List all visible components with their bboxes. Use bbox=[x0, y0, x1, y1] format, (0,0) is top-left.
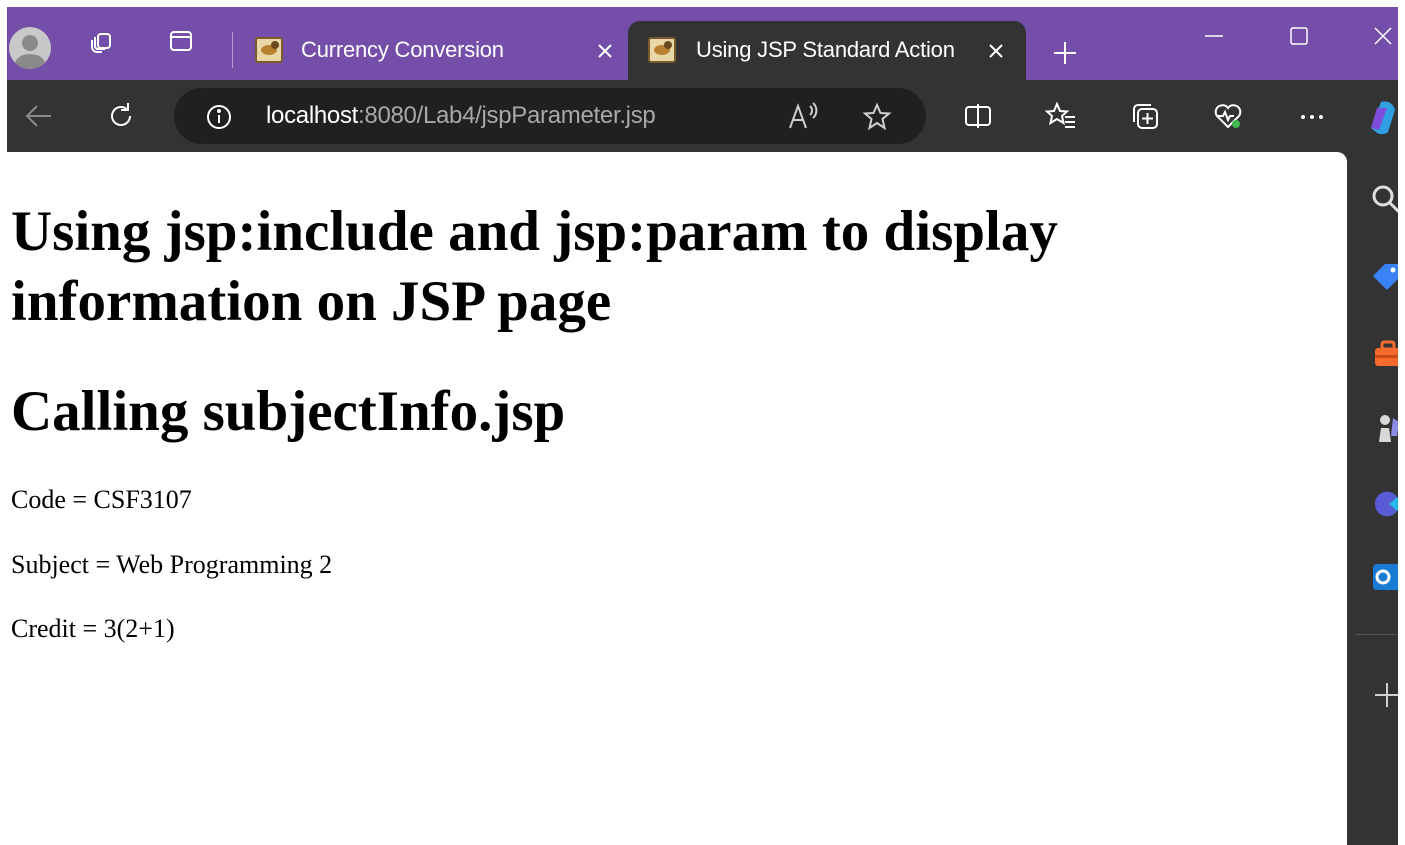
close-icon[interactable] bbox=[982, 37, 1010, 65]
more-options-icon[interactable] bbox=[1294, 98, 1330, 134]
browser-window: Currency Conversion Using JSP Standard A… bbox=[7, 7, 1398, 845]
url-path: :8080/Lab4/jspParameter.jsp bbox=[358, 102, 656, 129]
close-icon[interactable] bbox=[591, 37, 619, 65]
split-screen-icon[interactable] bbox=[960, 98, 996, 134]
refresh-button[interactable] bbox=[103, 98, 139, 134]
outlook-icon[interactable] bbox=[1369, 558, 1398, 594]
collections-icon[interactable] bbox=[1127, 98, 1163, 134]
url-text[interactable]: localhost:8080/Lab4/jspParameter.jsp bbox=[266, 102, 656, 130]
close-window-button[interactable] bbox=[1363, 21, 1398, 51]
search-icon[interactable] bbox=[1369, 180, 1398, 216]
tab-strip-divider bbox=[232, 32, 233, 68]
tab-title: Currency Conversion bbox=[301, 37, 504, 62]
page-content: Using jsp:include and jsp:param to displ… bbox=[7, 152, 1347, 845]
minimize-button[interactable] bbox=[1194, 21, 1234, 51]
browser-toolbar: localhost:8080/Lab4/jspParameter.jsp bbox=[7, 80, 1398, 152]
chess-icon[interactable] bbox=[1369, 410, 1398, 446]
info-line-subject: Subject = Web Programming 2 bbox=[11, 550, 333, 579]
copilot-icon[interactable] bbox=[1367, 98, 1397, 136]
tab-currency-conversion[interactable]: Currency Conversion bbox=[245, 21, 625, 80]
address-bar[interactable]: localhost:8080/Lab4/jspParameter.jsp bbox=[174, 88, 926, 144]
page-heading: Using jsp:include and jsp:param to displ… bbox=[11, 200, 1058, 333]
maximize-button[interactable] bbox=[1279, 21, 1319, 51]
tab-title: Using JSP Standard Action bbox=[696, 37, 955, 62]
info-line-code: Code = CSF3107 bbox=[11, 485, 192, 514]
edge-sidebar bbox=[1347, 152, 1398, 845]
url-host: localhost bbox=[266, 102, 359, 129]
vertical-tabs-icon[interactable] bbox=[167, 27, 195, 55]
tag-icon[interactable] bbox=[1369, 258, 1398, 294]
page-subheading: Calling subjectInfo.jsp bbox=[11, 380, 566, 443]
sidebar-divider bbox=[1355, 634, 1398, 635]
tab-using-jsp-standard-action[interactable]: Using JSP Standard Action bbox=[628, 21, 1026, 80]
profile-avatar-icon[interactable] bbox=[9, 27, 51, 69]
tomcat-icon bbox=[255, 37, 283, 63]
tab-strip: Currency Conversion Using JSP Standard A… bbox=[7, 7, 1398, 80]
workspaces-icon[interactable] bbox=[88, 27, 116, 55]
back-button[interactable] bbox=[21, 98, 57, 134]
info-line-credit: Credit = 3(2+1) bbox=[11, 614, 175, 643]
new-tab-button[interactable] bbox=[1047, 35, 1083, 71]
browser-essentials-icon[interactable] bbox=[1210, 98, 1246, 134]
tomcat-icon bbox=[648, 37, 676, 63]
add-icon[interactable] bbox=[1369, 677, 1398, 713]
site-info-icon[interactable] bbox=[204, 102, 234, 132]
toolbox-icon[interactable] bbox=[1369, 336, 1398, 372]
favorites-icon[interactable] bbox=[1043, 98, 1079, 134]
copilot-app-icon[interactable] bbox=[1369, 486, 1398, 522]
favorite-star-icon[interactable] bbox=[860, 100, 894, 134]
read-aloud-icon[interactable] bbox=[784, 100, 824, 132]
